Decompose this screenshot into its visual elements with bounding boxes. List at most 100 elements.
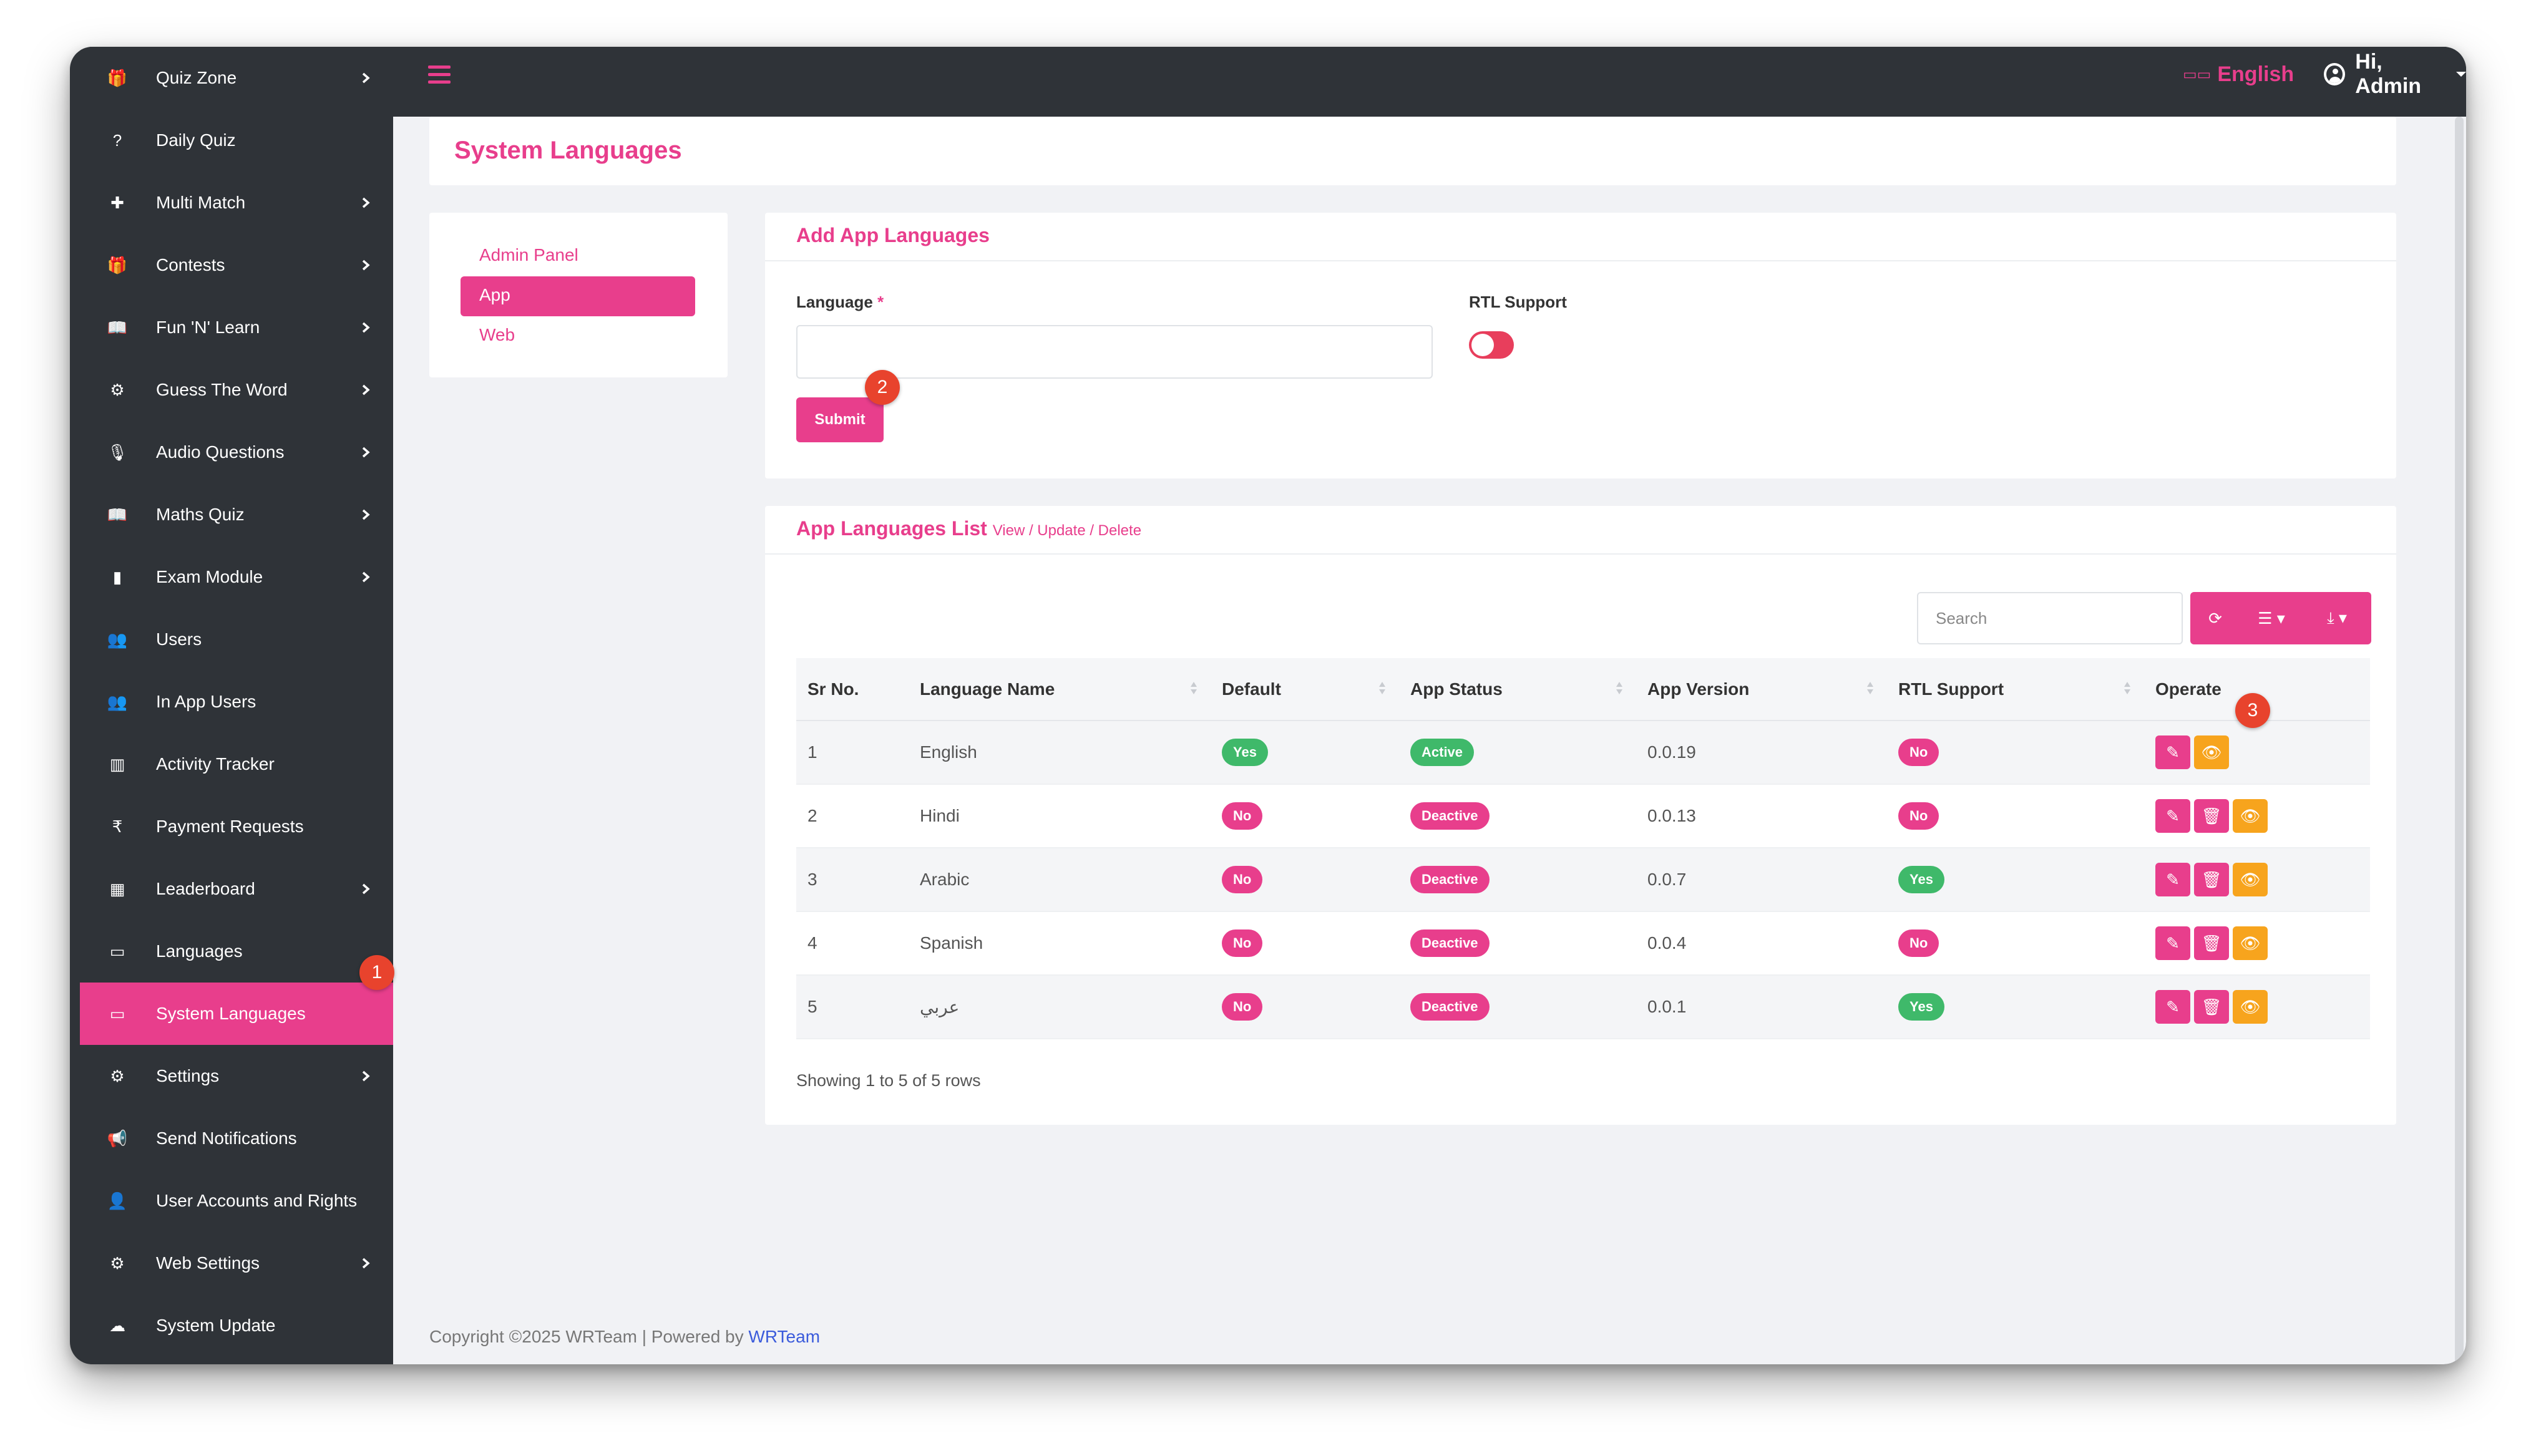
subnav-app[interactable]: App [461, 276, 695, 316]
language-name: Spanish [920, 933, 983, 953]
sidebar-item-fun-n-learn[interactable]: 📖 Fun 'N' Learn [80, 296, 393, 359]
columns-toggle-icon[interactable]: ☰ ▾ [2240, 592, 2303, 644]
language-type-nav: Admin Panel App Web [429, 213, 728, 377]
export-download-icon[interactable]: ⤓ ▾ [2303, 592, 2371, 644]
language-input[interactable] [796, 325, 1433, 379]
sidebar-item-payment-requests[interactable]: ₹ Payment Requests [80, 795, 393, 858]
col-rtl-support[interactable]: RTL Support [1887, 658, 2144, 721]
eye-icon[interactable]: 👁 [2194, 735, 2229, 769]
cell-operate: ✎ 👁 [2144, 721, 2370, 785]
trash-icon[interactable]: 🗑 [2194, 799, 2229, 833]
content-scrollbar[interactable] [2452, 117, 2466, 1364]
sidebar-item-exam-module[interactable]: ▮ Exam Module [80, 546, 393, 608]
subnav-web[interactable]: Web [479, 325, 515, 345]
search-input[interactable]: Search [1917, 592, 2183, 644]
sidebar-item-label: Daily Quiz [156, 130, 236, 150]
cell-language-name: English [909, 721, 1211, 785]
sidebar-item-label: Fun 'N' Learn [156, 318, 260, 337]
cell-language-name: Hindi [909, 784, 1211, 848]
status-badge: Active [1410, 739, 1475, 766]
edit-icon[interactable]: ✎ [2155, 799, 2190, 833]
sidebar-item-send-notifications[interactable]: 📢 Send Notifications [80, 1107, 393, 1170]
add-language-card: Add App Languages Language * RTL Support… [765, 213, 2396, 478]
hamburger-menu-icon[interactable] [428, 66, 451, 84]
col-label: Sr No. [807, 679, 859, 699]
sort-icon [1379, 682, 1385, 697]
sidebar-item-web-settings[interactable]: ⚙ Web Settings [80, 1232, 393, 1294]
list-heading-text: App Languages List [796, 517, 987, 540]
cell-rtl-support: No [1887, 721, 2144, 785]
cell-app-status: Deactive [1399, 784, 1636, 848]
edit-icon[interactable]: ✎ [2155, 926, 2190, 960]
chevron-right-icon [362, 509, 370, 520]
cloud-upload-icon: ☁ [109, 1316, 125, 1335]
col-label: App Status [1410, 679, 1503, 699]
col-language-name[interactable]: Language Name [909, 658, 1211, 721]
subnav-admin-panel[interactable]: Admin Panel [479, 245, 578, 265]
eye-icon[interactable]: 👁 [2233, 926, 2268, 960]
footer-copyright-text: Copyright ©2025 WRTeam | Powered by [429, 1327, 749, 1346]
edit-icon[interactable]: ✎ [2155, 735, 2190, 769]
scrollbar-thumb[interactable] [2455, 117, 2464, 1364]
table-header-row: Sr No. Language Name Default App Status … [796, 658, 2370, 721]
sidebar-item-in-app-users[interactable]: 👥 In App Users [80, 671, 393, 733]
list-heading: App Languages List View / Update / Delet… [796, 517, 1141, 540]
row-actions: ✎ 🗑 👁 [2155, 799, 2370, 833]
microphone-icon: 🎙 [107, 442, 128, 462]
language-selector[interactable]: ▭▭ English [2183, 56, 2294, 93]
eye-icon[interactable]: 👁 [2233, 990, 2268, 1024]
rtl-badge: Yes [1898, 866, 1944, 893]
chevron-right-icon [362, 571, 370, 583]
sidebar-item-system-languages[interactable]: ▭ System Languages [80, 983, 393, 1045]
main-content: System Languages Admin Panel App Web Add… [393, 117, 2452, 1364]
table-body: 1 English Yes Active 0.0.19 No ✎ 👁 2 Hindi No Deact… [796, 721, 2370, 1039]
sidebar: 🎁 Quiz Zone? Daily Quiz ✚ Multi Match 🎁 Contes… [80, 47, 393, 1364]
default-badge: No [1222, 929, 1263, 957]
edit-icon[interactable]: ✎ [2155, 863, 2190, 896]
gear-icon: ⚙ [110, 380, 125, 399]
user-menu[interactable]: Hi, Admin [2324, 50, 2466, 98]
sidebar-item-system-update[interactable]: ☁ System Update [80, 1294, 393, 1357]
gear-icon: ⚙ [110, 1066, 125, 1085]
col-app-status[interactable]: App Status [1399, 658, 1636, 721]
eye-icon[interactable]: 👁 [2233, 799, 2268, 833]
trash-icon[interactable]: 🗑 [2194, 863, 2229, 896]
eye-icon[interactable]: 👁 [2233, 863, 2268, 896]
sidebar-item-leaderboard[interactable]: ▦ Leaderboard [80, 858, 393, 920]
refresh-icon[interactable]: ⟳ [2190, 592, 2240, 644]
footer-link[interactable]: WRTeam [748, 1327, 820, 1346]
col-default[interactable]: Default [1211, 658, 1399, 721]
cell-sr-no: 3 [796, 848, 909, 912]
sidebar-item-guess-the-word[interactable]: ⚙ Guess The Word [80, 359, 393, 421]
trash-icon[interactable]: 🗑 [2194, 926, 2229, 960]
sidebar-item-quiz-zone[interactable]: 🎁 Quiz Zone [80, 47, 393, 109]
cell-default: No [1211, 911, 1399, 976]
cell-operate: ✎ 🗑 👁 [2144, 975, 2370, 1039]
sidebar-item-daily-quiz[interactable]: ? Daily Quiz [80, 109, 393, 172]
cell-operate: ✎ 🗑 👁 [2144, 848, 2370, 912]
pagination-info: Showing 1 to 5 of 5 rows [796, 1071, 981, 1090]
sidebar-item-user-accounts-and-rights[interactable]: 👤 User Accounts and Rights [80, 1170, 393, 1232]
row-actions: ✎ 👁 [2155, 735, 2370, 769]
col-sr-no[interactable]: Sr No. [796, 658, 909, 721]
sr-no: 5 [807, 997, 817, 1016]
trash-icon[interactable]: 🗑 [2194, 990, 2229, 1024]
sidebar-item-maths-quiz[interactable]: 📖 Maths Quiz [80, 483, 393, 546]
footer-copyright: Copyright ©2025 WRTeam | Powered by WRTe… [429, 1327, 820, 1347]
sidebar-item-activity-tracker[interactable]: ▥ Activity Tracker [80, 733, 393, 795]
megaphone-icon: 📢 [107, 1128, 128, 1148]
col-app-version[interactable]: App Version [1636, 658, 1887, 721]
rtl-support-toggle[interactable] [1469, 331, 1514, 359]
edit-icon[interactable]: ✎ [2155, 990, 2190, 1024]
sidebar-item-languages[interactable]: ▭ Languages [80, 920, 393, 983]
language-field-label: Language * [796, 293, 884, 312]
sidebar-item-contests[interactable]: 🎁 Contests [80, 234, 393, 296]
sidebar-item-label: Leaderboard [156, 879, 255, 898]
rtl-badge: No [1898, 802, 1939, 830]
sidebar-item-settings[interactable]: ⚙ Settings [80, 1045, 393, 1107]
submit-button[interactable]: Submit [796, 397, 884, 442]
sidebar-item-users[interactable]: 👥 Users [80, 608, 393, 671]
sidebar-item-audio-questions[interactable]: 🎙 Audio Questions [80, 421, 393, 483]
sidebar-item-label: In App Users [156, 692, 256, 711]
sidebar-item-multi-match[interactable]: ✚ Multi Match [80, 172, 393, 234]
